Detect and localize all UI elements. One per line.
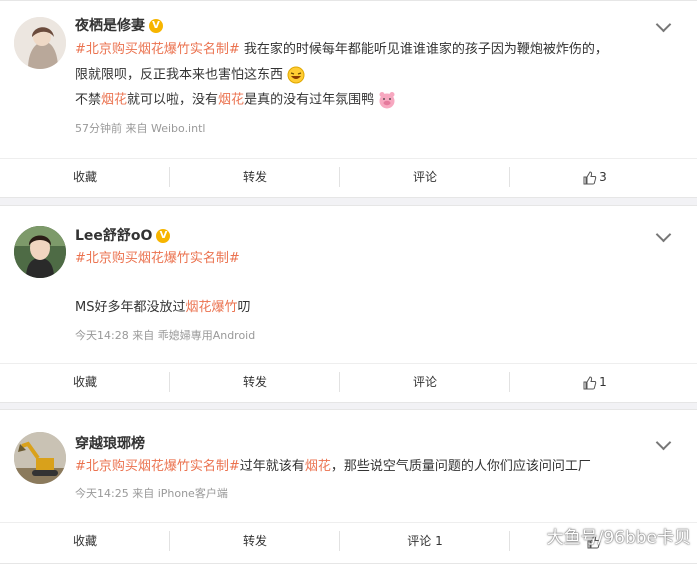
comment-button[interactable]: 评论 — [340, 364, 510, 400]
username-text[interactable]: Lee舒舒oO — [75, 228, 152, 244]
avatar-illustration — [14, 17, 66, 69]
avatar-photo — [14, 226, 66, 278]
weibo-post: Lee舒舒oO V #北京购买烟花爆竹实名制# MS好多年都没放过烟花爆竹叨 今天… — [0, 205, 697, 403]
post-text: 过年就该有 — [239, 459, 305, 474]
post-text: 就可以啦，没有 — [127, 92, 219, 108]
like-count[interactable]: 3 — [599, 170, 607, 184]
like-button[interactable]: 3 — [510, 159, 680, 195]
repost-button[interactable]: 转发 — [170, 364, 340, 400]
weibo-post: 夜栖是修妻 V #北京购买烟花爆竹实名制# 我在家的时候每年都能听见谁谁谁家的孩子… — [0, 0, 697, 198]
user-avatar[interactable] — [14, 226, 66, 278]
post-text: MS好多年都没放过 — [75, 300, 186, 315]
action-bar: 收藏 转发 评论 1 — [0, 363, 697, 400]
hashtag-link[interactable]: #北京购买烟花爆竹实名制# — [75, 459, 240, 474]
post-meta: 今天14:25 来自 iPhone客户端 — [75, 487, 228, 500]
like-count[interactable]: 1 — [599, 375, 607, 389]
post-text: 限就限呗，反正我本来也害怕这东西 — [75, 67, 284, 83]
username[interactable]: Lee舒舒oO V — [75, 225, 171, 245]
pig-emoji-icon — [379, 92, 395, 109]
post-body-line-2: 限就限呗，反正我本来也害怕这东西 — [75, 66, 305, 85]
favorite-button[interactable]: 收藏 — [0, 364, 170, 400]
post-text: ，那些说空气质量问题的人你们应该问问工厂 — [330, 459, 591, 474]
post-text: 我在家的时候每年都能听见谁谁谁家的孩子因为鞭炮被炸伤的， — [239, 42, 608, 57]
laughing-emoji-icon — [287, 66, 305, 84]
favorite-label[interactable]: 收藏 — [73, 375, 97, 389]
comment-label[interactable]: 评论 1 — [407, 534, 442, 548]
comment-button[interactable]: 评论 — [340, 159, 510, 195]
keyword-link[interactable]: 烟花爆竹 — [185, 300, 237, 315]
chevron-down-icon[interactable] — [655, 16, 672, 33]
post-body-line-1: #北京购买烟花爆竹实名制# — [75, 250, 240, 268]
repost-label[interactable]: 转发 — [243, 375, 267, 389]
chevron-down-icon[interactable] — [655, 226, 672, 243]
keyword-link[interactable]: 烟花 — [101, 93, 127, 108]
repost-label[interactable]: 转发 — [243, 170, 267, 184]
post-meta: 57分钟前 来自 Weibo.intl — [75, 122, 206, 135]
post-text: 叨 — [237, 300, 251, 315]
keyword-link[interactable]: 烟花 — [218, 93, 244, 108]
post-body-line-2: MS好多年都没放过烟花爆竹叨 — [75, 299, 251, 317]
like-button[interactable]: 1 — [510, 364, 680, 400]
excavator-avatar-image — [14, 432, 66, 484]
thumbs-up-icon — [583, 170, 597, 184]
action-bar: 收藏 转发 评论 3 — [0, 158, 697, 195]
favorite-label[interactable]: 收藏 — [73, 534, 97, 548]
chevron-down-icon[interactable] — [655, 434, 672, 451]
verified-badge-icon: V — [149, 19, 163, 33]
user-avatar[interactable] — [14, 432, 66, 484]
username[interactable]: 穿越琅琊榜 — [75, 433, 145, 453]
username-text[interactable]: 夜栖是修妻 — [75, 18, 145, 34]
username[interactable]: 夜栖是修妻 V — [75, 15, 163, 35]
watermark: 大鱼号/96bbe卡贝 — [546, 528, 691, 548]
favorite-button[interactable]: 收藏 — [0, 159, 170, 195]
username-text[interactable]: 穿越琅琊榜 — [75, 436, 145, 452]
post-text: 是真的没有过年氛围鸭 — [244, 92, 375, 108]
hashtag-link[interactable]: #北京购买烟花爆竹实名制# — [75, 42, 240, 57]
hashtag-link[interactable]: #北京购买烟花爆竹实名制# — [75, 251, 240, 266]
keyword-link[interactable]: 烟花 — [305, 459, 331, 474]
post-meta: 今天14:28 来自 乖媳婦専用Android — [75, 329, 256, 342]
thumbs-up-icon — [583, 375, 597, 389]
favorite-button[interactable]: 收藏 — [0, 523, 170, 559]
repost-button[interactable]: 转发 — [170, 523, 340, 559]
post-body-line-1: #北京购买烟花爆竹实名制#过年就该有烟花，那些说空气质量问题的人你们应该问问工厂 — [75, 458, 591, 476]
user-avatar[interactable] — [14, 17, 66, 69]
favorite-label[interactable]: 收藏 — [73, 170, 97, 184]
comment-button[interactable]: 评论 1 — [340, 523, 510, 559]
post-text: 不禁 — [75, 92, 102, 108]
verified-badge-icon: V — [156, 229, 171, 243]
repost-button[interactable]: 转发 — [170, 159, 340, 195]
comment-label[interactable]: 评论 — [413, 170, 437, 184]
comment-label[interactable]: 评论 — [413, 375, 437, 389]
repost-label[interactable]: 转发 — [243, 534, 267, 548]
post-body-line-1: #北京购买烟花爆竹实名制# 我在家的时候每年都能听见谁谁谁家的孩子因为鞭炮被炸伤… — [75, 41, 608, 59]
post-body-line-3: 不禁烟花就可以啦，没有烟花是真的没有过年氛围鸭 — [75, 91, 396, 110]
